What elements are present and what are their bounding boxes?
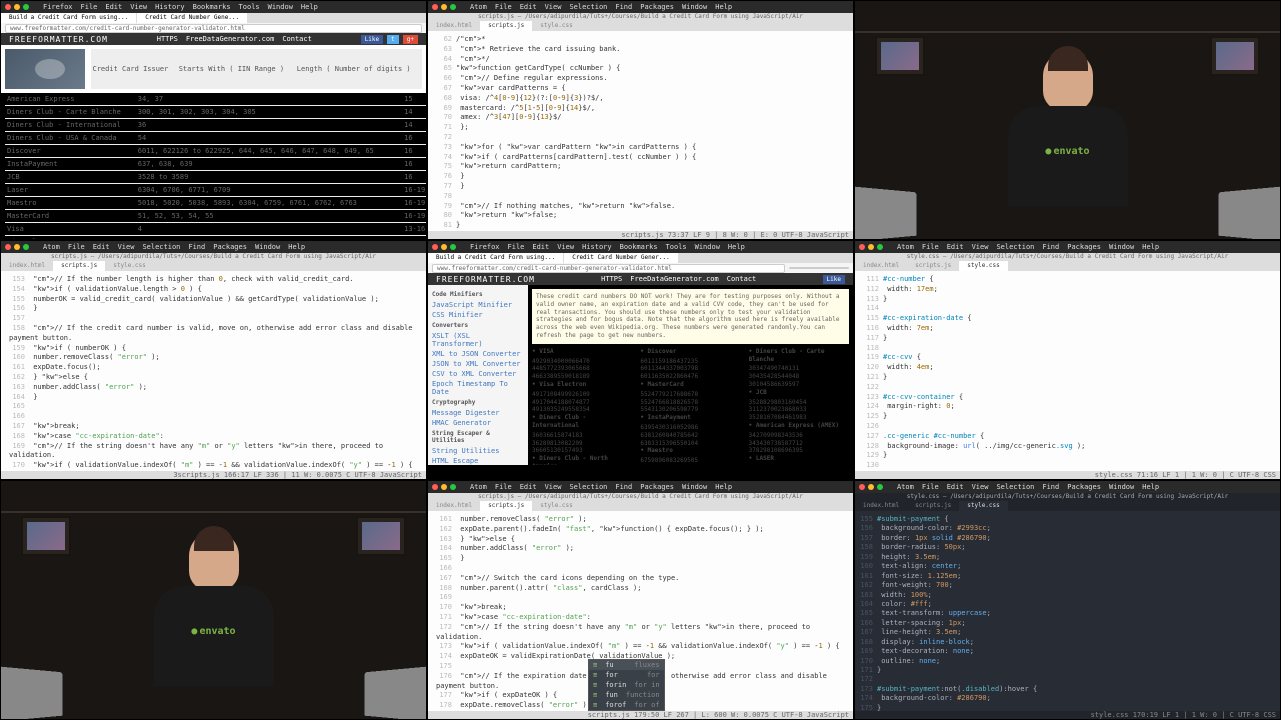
page-body: Credit Card IssuerStarts With ( IIN Rang… bbox=[1, 45, 426, 93]
presenter: envato bbox=[998, 51, 1138, 221]
site-logo[interactable]: FREEFORMATTER.COM bbox=[9, 35, 108, 44]
cell-7-webcam: envato bbox=[0, 480, 427, 720]
autocomplete-popup[interactable]: ≡fufluxes≡forfor≡forinfor in≡funfunction… bbox=[588, 659, 665, 711]
picture-frame bbox=[21, 516, 71, 556]
fb-like[interactable]: Like bbox=[823, 275, 845, 284]
window-controls[interactable] bbox=[432, 484, 456, 490]
cc-numbers-grid: • VISA4929034000066470448577239306566846… bbox=[532, 348, 849, 465]
editor-tabs: index.html scripts.js style.css bbox=[855, 501, 1280, 511]
search-input[interactable] bbox=[789, 267, 849, 269]
window-controls[interactable] bbox=[5, 244, 29, 250]
cell-9-editor: AtomFileEditViewSelectionFindPackagesWin… bbox=[854, 480, 1281, 720]
fb-like[interactable]: Like bbox=[361, 35, 383, 44]
url-bar: www.freeformatter.com/credit-card-number… bbox=[1, 23, 426, 33]
code-editor[interactable]: 153 "cm">// If the number length is high… bbox=[1, 271, 426, 480]
mac-menubar: AtomFileEditViewSelectionFindPackagesWin… bbox=[428, 1, 853, 13]
url-input[interactable]: www.freeformatter.com/credit-card-number… bbox=[432, 264, 785, 273]
mac-menubar: AtomFileEditViewSelectionFindPackagesWin… bbox=[428, 481, 853, 493]
cc-table-rows: American Express34, 3715Diners Club - Ca… bbox=[5, 93, 427, 240]
window-controls[interactable] bbox=[5, 4, 29, 10]
url-bar: www.freeformatter.com/credit-card-number… bbox=[428, 263, 853, 273]
mac-menubar: AtomFileEditViewSelectionFindPackagesWin… bbox=[855, 241, 1280, 253]
cell-5-browser: Firefox FileEditViewHistoryBookmarksTool… bbox=[427, 240, 854, 480]
mac-menubar: Firefox FileEditViewHistoryBookmarksTool… bbox=[428, 241, 853, 253]
picture-frame bbox=[875, 36, 925, 76]
browser-tabs: Build a Credit Card Form using... Credit… bbox=[428, 253, 853, 263]
envato-logo: envato bbox=[191, 626, 235, 637]
editor-tabs: index.html scripts.js style.css bbox=[428, 501, 853, 511]
code-editor[interactable]: 62/"cm">*63 "cm">* Retrieve the card iss… bbox=[428, 31, 853, 240]
sidebar: Code MinifiersJavaScript MinifierCSS Min… bbox=[428, 285, 528, 465]
window-title: scripts.js — /Users/adipurdila/Tuts+/Cou… bbox=[428, 13, 853, 21]
cell-8-editor: AtomFileEditViewSelectionFindPackagesWin… bbox=[427, 480, 854, 720]
content: These credit card numbers DO NOT work! T… bbox=[528, 285, 853, 465]
status-bar: style.css 170:19 LF 1 | 1 W: 0 | C UTF-8… bbox=[855, 711, 1280, 719]
window-controls[interactable] bbox=[432, 244, 456, 250]
editor-tabs: index.html scripts.js style.css bbox=[855, 261, 1280, 271]
window-controls[interactable] bbox=[859, 244, 883, 250]
code-editor[interactable]: 155#submit-payment {156 background-color… bbox=[855, 511, 1280, 720]
hero-image bbox=[5, 49, 85, 89]
twitter-icon[interactable]: t bbox=[387, 35, 399, 44]
shelf bbox=[855, 31, 1280, 33]
window-title: style.css — /Users/adipurdila/Tuts+/Cour… bbox=[855, 253, 1280, 261]
warning-box: These credit card numbers DO NOT work! T… bbox=[532, 289, 849, 344]
window-controls[interactable] bbox=[859, 484, 883, 490]
presenter: envato bbox=[144, 531, 284, 701]
status-bar: scripts.js 179:50 LF 267 | L: 600 W: 0.0… bbox=[428, 711, 853, 719]
cc-table: Credit Card IssuerStarts With ( IIN Rang… bbox=[91, 49, 423, 89]
editor-tabs: index.html scripts.js style.css bbox=[1, 261, 426, 271]
tab-active[interactable]: Credit Card Number Gene... bbox=[137, 13, 247, 23]
window-title: style.css — /Users/adipurdila/Tuts+/Cour… bbox=[855, 493, 1280, 501]
status-bar: style.css 71:16 LF 1 | 1 W: 0 | C UTF-8 … bbox=[855, 471, 1280, 479]
mac-menubar: AtomFileEditViewSelectionFindPackagesWin… bbox=[1, 241, 426, 253]
code-editor[interactable]: 111#cc-number {112 width: 17em;113}11411… bbox=[855, 271, 1280, 480]
cell-4-editor: AtomFileEditViewSelectionFindPackagesWin… bbox=[0, 240, 427, 480]
picture-frame bbox=[356, 516, 406, 556]
page-body: Code MinifiersJavaScript MinifierCSS Min… bbox=[428, 285, 853, 465]
app-name: Firefox bbox=[43, 3, 73, 11]
site-header: FREEFORMATTER.COM HTTPS FreeDataGenerato… bbox=[1, 33, 426, 45]
editor-tabs: index.html scripts.js style.css bbox=[428, 21, 853, 31]
cell-2-editor: AtomFileEditViewSelectionFindPackagesWin… bbox=[427, 0, 854, 240]
window-title: scripts.js — /Users/adipurdila/Tuts+/Cou… bbox=[1, 253, 426, 261]
url-input[interactable]: www.freeformatter.com/credit-card-number… bbox=[5, 24, 422, 33]
browser-tabs: Build a Credit Card Form using... Credit… bbox=[1, 13, 426, 23]
laptop bbox=[854, 184, 917, 240]
cell-1-browser: Firefox FileEditViewHistoryBookmarksTool… bbox=[0, 0, 427, 240]
tab[interactable]: Build a Credit Card Form using... bbox=[1, 13, 136, 23]
laptop bbox=[364, 664, 427, 720]
envato-logo: envato bbox=[1045, 146, 1089, 157]
mac-menubar: Firefox FileEditViewHistoryBookmarksTool… bbox=[1, 1, 426, 13]
cell-6-editor: AtomFileEditViewSelectionFindPackagesWin… bbox=[854, 240, 1281, 480]
mac-menubar: AtomFileEditViewSelectionFindPackagesWin… bbox=[855, 481, 1280, 493]
cell-3-webcam: envato bbox=[854, 0, 1281, 240]
site-header: FREEFORMATTER.COM HTTPSFreeDataGenerator… bbox=[428, 273, 853, 285]
shelf bbox=[1, 511, 426, 513]
status-bar: 3scripts.js 166:17 LF 336 | 11 W: 0.0075… bbox=[1, 471, 426, 479]
picture-frame bbox=[1210, 36, 1260, 76]
laptop bbox=[0, 664, 63, 720]
laptop bbox=[1218, 184, 1281, 240]
status-bar: scripts.js 73:37 LF 9 | 8 W: 0 | E: 0 UT… bbox=[428, 231, 853, 239]
gplus-icon[interactable]: g+ bbox=[403, 35, 418, 44]
window-controls[interactable] bbox=[432, 4, 456, 10]
window-title: scripts.js — /Users/adipurdila/Tuts+/Cou… bbox=[428, 493, 853, 501]
